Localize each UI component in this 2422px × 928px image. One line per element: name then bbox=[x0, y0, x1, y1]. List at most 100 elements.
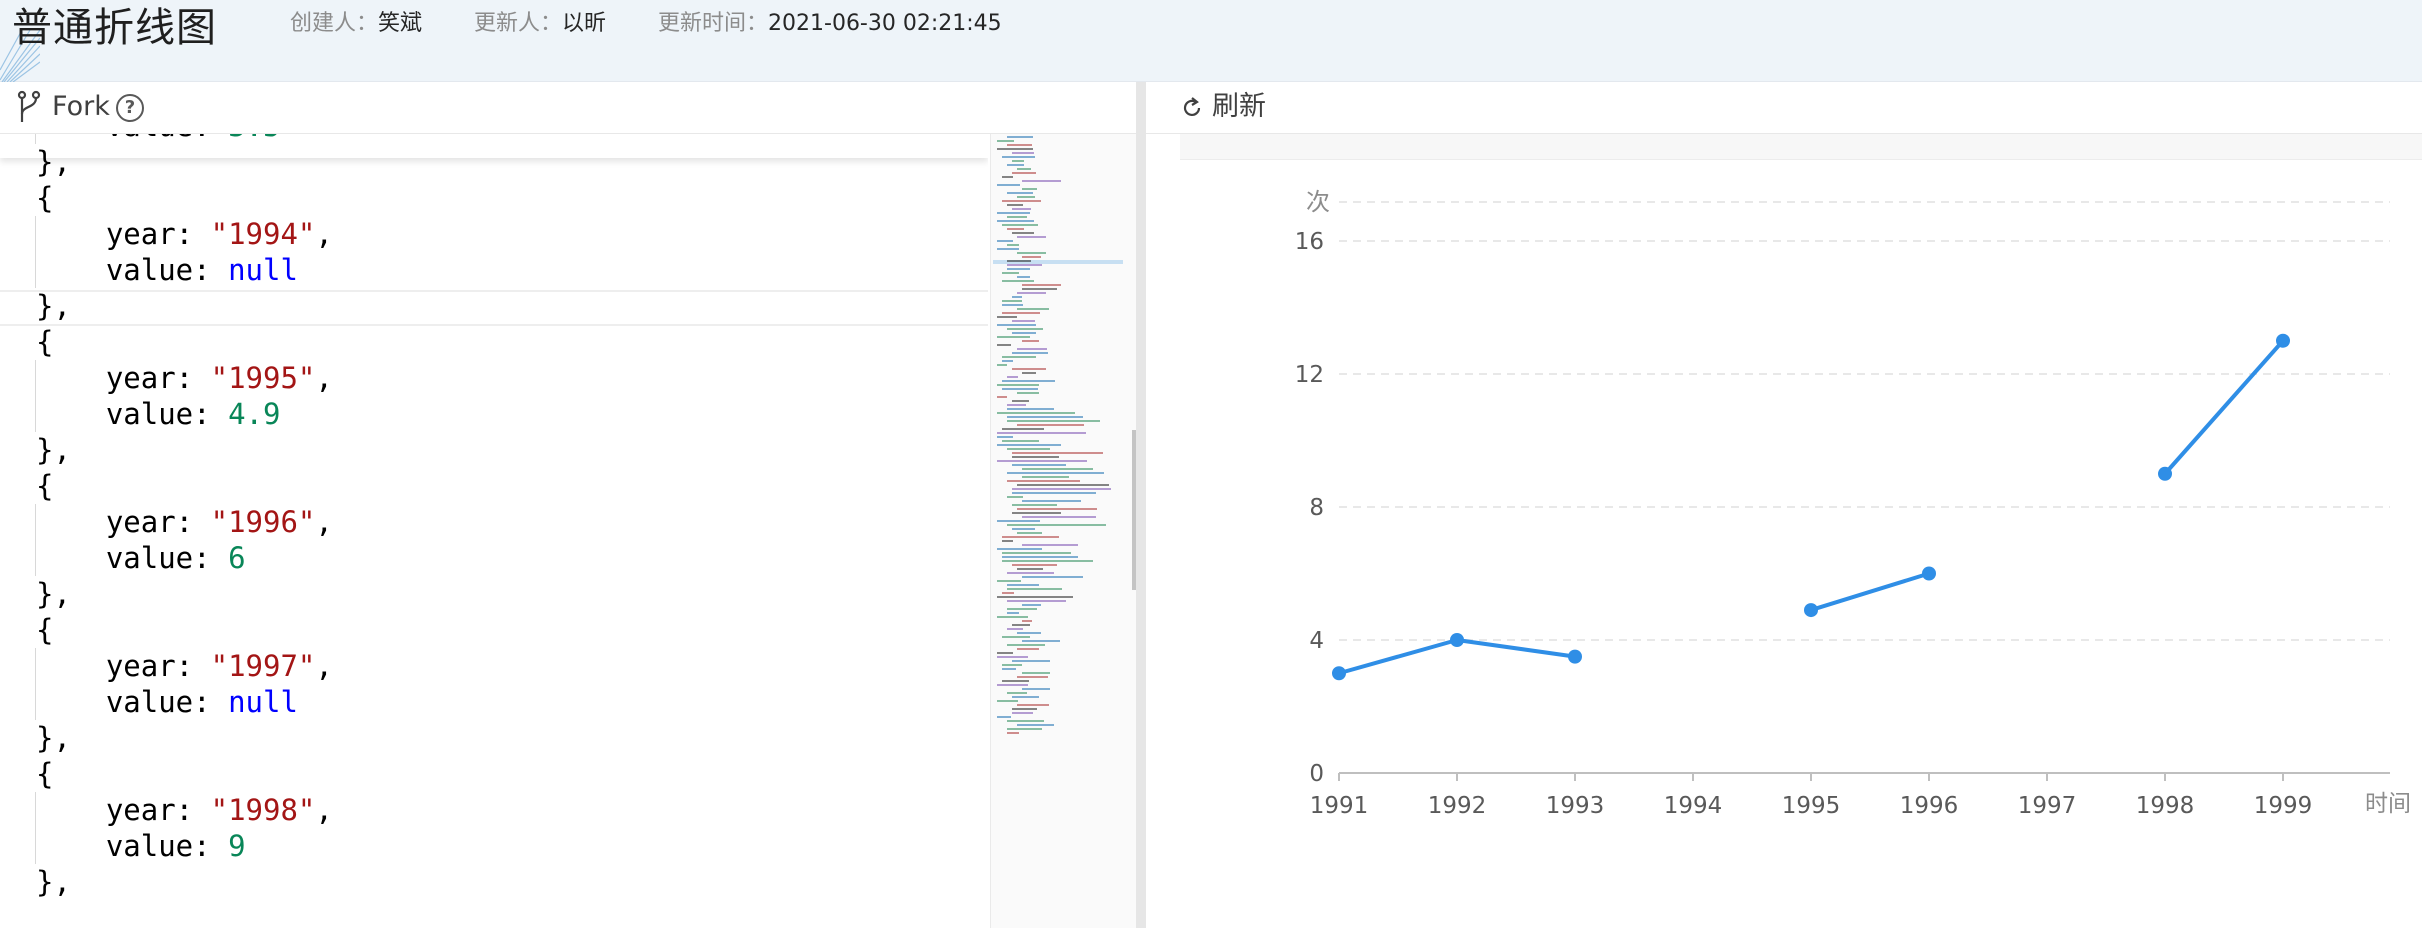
minimap-line bbox=[1002, 592, 1014, 594]
minimap-line bbox=[997, 616, 1028, 618]
minimap-line bbox=[1012, 488, 1111, 490]
current-line-highlight bbox=[0, 290, 988, 326]
minimap-line bbox=[997, 596, 1073, 598]
code-line: year: "1994", bbox=[36, 216, 333, 252]
indent-guide bbox=[35, 648, 36, 720]
minimap-line bbox=[1012, 564, 1057, 566]
minimap-line bbox=[1017, 704, 1049, 706]
minimap-line bbox=[1012, 696, 1039, 698]
code-line: }, bbox=[36, 144, 71, 180]
minimap-line bbox=[1007, 720, 1044, 722]
minimap-line bbox=[1012, 624, 1030, 626]
minimap-line bbox=[1007, 644, 1045, 646]
minimap-line bbox=[1022, 672, 1050, 674]
minimap-line bbox=[1007, 600, 1066, 602]
minimap-line bbox=[1002, 224, 1038, 226]
code-token: year: bbox=[36, 361, 211, 395]
x-tick-label: 1993 bbox=[1546, 793, 1605, 819]
minimap-line bbox=[1022, 180, 1061, 182]
code-token: year: bbox=[36, 217, 211, 251]
code-token: { bbox=[36, 757, 54, 791]
minimap-line bbox=[1002, 536, 1059, 538]
minimap-line bbox=[997, 652, 1013, 654]
minimap-line bbox=[1012, 528, 1035, 530]
code-line: { bbox=[36, 612, 53, 648]
minimap-line bbox=[1007, 496, 1023, 498]
question-circle-icon[interactable]: ? bbox=[116, 94, 144, 122]
code-line: value: 3.5 bbox=[36, 134, 281, 144]
code-token: null bbox=[228, 253, 298, 287]
minimap-line bbox=[1007, 692, 1027, 694]
code-line: { bbox=[36, 324, 53, 360]
x-axis-label: 时间 bbox=[2365, 791, 2411, 817]
code-editor[interactable]: value: 3.5}, { year: "1994", value: null}… bbox=[0, 134, 988, 928]
minimap-line bbox=[1022, 340, 1039, 342]
x-tick-label: 1997 bbox=[2018, 793, 2077, 819]
minimap-line bbox=[1002, 388, 1038, 390]
preview-toolbar: 刷新 bbox=[1146, 82, 2422, 134]
minimap-line bbox=[1017, 484, 1109, 486]
minimap-line bbox=[1002, 668, 1016, 670]
panel-splitter[interactable] bbox=[1136, 82, 1146, 928]
minimap-line bbox=[1002, 428, 1044, 430]
minimap-line bbox=[1012, 456, 1059, 458]
minimap-line bbox=[997, 148, 1033, 150]
minimap-line bbox=[997, 396, 1007, 398]
minimap-line bbox=[1002, 636, 1030, 638]
minimap-line bbox=[1007, 472, 1104, 474]
minimap-line bbox=[1017, 676, 1048, 678]
refresh-button[interactable]: 刷新 bbox=[1212, 90, 1266, 124]
minimap-line bbox=[1022, 640, 1060, 642]
updater-value: 以昕 bbox=[562, 11, 607, 36]
line-chart: 次 0 4 8 12 16 1991 1992 1993 1994 1995 1996 1997 1998… bbox=[1295, 188, 2411, 819]
minimap-line bbox=[1007, 192, 1033, 194]
minimap-line bbox=[1007, 608, 1037, 610]
minimap-line bbox=[1002, 304, 1023, 306]
minimap-line bbox=[1007, 420, 1100, 422]
code-token: null bbox=[228, 685, 298, 719]
fork-button[interactable]: Fork bbox=[52, 90, 110, 124]
preview-subbar bbox=[1180, 134, 2422, 160]
editor-minimap[interactable] bbox=[990, 134, 1136, 928]
y-axis-label: 次 bbox=[1306, 188, 1330, 216]
minimap-line bbox=[1007, 268, 1030, 270]
code-token: 6 bbox=[228, 541, 246, 575]
minimap-line bbox=[997, 140, 1014, 142]
minimap-line bbox=[1007, 164, 1024, 166]
minimap-line bbox=[1012, 464, 1066, 466]
minimap-line bbox=[1007, 448, 1050, 450]
minimap-line bbox=[1007, 244, 1019, 246]
minimap-line bbox=[1002, 312, 1040, 314]
x-tick-label: 1998 bbox=[2136, 793, 2195, 819]
minimap-line bbox=[997, 432, 1086, 434]
code-token: "1994" bbox=[210, 217, 316, 251]
creator-meta: 创建人：笑斌 bbox=[290, 8, 422, 40]
branch-fork-icon[interactable] bbox=[16, 90, 42, 124]
code-token: 9 bbox=[228, 829, 246, 863]
minimap-line bbox=[997, 444, 1061, 446]
refresh-icon[interactable] bbox=[1180, 96, 1204, 120]
minimap-line bbox=[1017, 424, 1084, 426]
minimap-line bbox=[1002, 200, 1041, 202]
minimap-line bbox=[1002, 552, 1071, 554]
data-point bbox=[1450, 633, 1464, 647]
minimap-line bbox=[997, 548, 1042, 550]
code-token: , bbox=[315, 217, 333, 251]
minimap-line bbox=[1017, 308, 1049, 310]
minimap-line bbox=[1007, 408, 1054, 410]
creator-value: 笑斌 bbox=[378, 11, 423, 36]
code-token: }, bbox=[36, 145, 71, 179]
minimap-line bbox=[1017, 276, 1030, 278]
minimap-line bbox=[1012, 208, 1031, 210]
code-token: value: bbox=[36, 541, 229, 575]
code-token: }, bbox=[36, 433, 71, 467]
minimap-line bbox=[997, 336, 1030, 338]
app-root: 普通折线图 创建人：笑斌 更新人：以昕 更新时间：2021-06-30 02:2… bbox=[0, 0, 2422, 928]
minimap-line bbox=[1002, 440, 1039, 442]
minimap-line bbox=[1002, 280, 1034, 282]
updated-time-value: 2021-06-30 02:21:45 bbox=[768, 11, 1002, 36]
data-point bbox=[1568, 649, 1582, 664]
x-tick-label: 1992 bbox=[1428, 793, 1487, 819]
minimap-line bbox=[1007, 260, 1031, 262]
code-line: year: "1995", bbox=[36, 360, 333, 396]
